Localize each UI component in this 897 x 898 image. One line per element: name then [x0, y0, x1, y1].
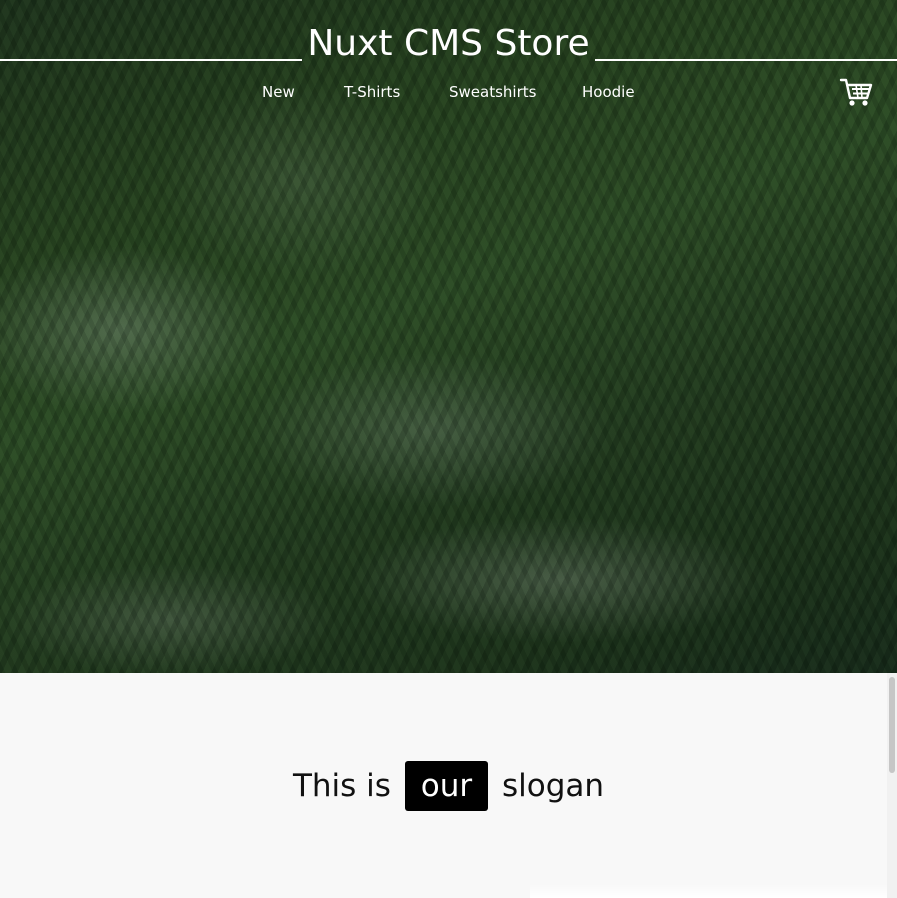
slogan-text-before: This is [292, 768, 391, 804]
main-nav: New T-Shirts Sweatshirts Hoodie [0, 80, 897, 104]
header-divider-right [595, 59, 897, 61]
slogan: This is our slogan [0, 761, 897, 811]
header-divider-left [0, 59, 302, 61]
slogan-highlight: our [404, 761, 489, 811]
hero-banner: Nuxt CMS Store New T-Shirts Sweatshirts … [0, 0, 897, 673]
shopping-cart-icon [839, 78, 873, 106]
nav-link-t-shirts[interactable]: T-Shirts [344, 80, 400, 104]
nav-link-sweatshirts[interactable]: Sweatshirts [449, 80, 536, 104]
slogan-section: This is our slogan [0, 673, 887, 898]
site-title[interactable]: Nuxt CMS Store [302, 22, 595, 66]
scrollbar[interactable] [887, 673, 897, 898]
scrollbar-thumb[interactable] [889, 677, 895, 773]
next-section-peek [530, 884, 897, 898]
nav-link-new[interactable]: New [262, 80, 295, 104]
cart-button[interactable] [838, 74, 874, 108]
nav-link-hoodie[interactable]: Hoodie [582, 80, 635, 104]
slogan-text-after: slogan [501, 768, 605, 804]
